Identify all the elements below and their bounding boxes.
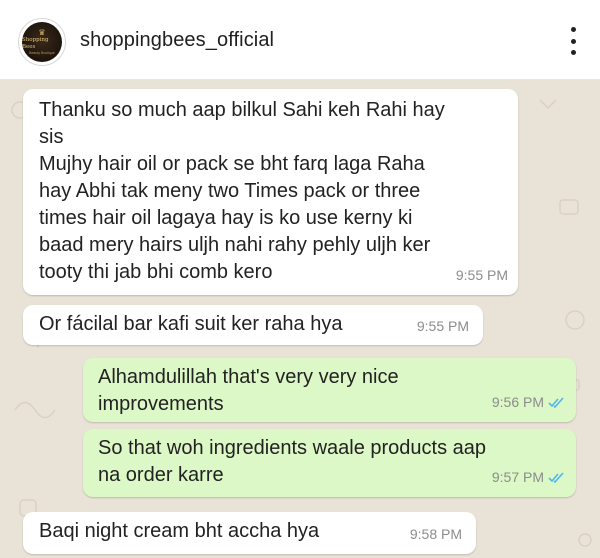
chat-header: ♛ Shopping Bees Beauty Boutique shopping… xyxy=(0,0,600,80)
message-time: 9:55 PM xyxy=(416,318,469,334)
avatar-subtitle: Beauty Boutique xyxy=(29,51,55,55)
message-text-line: times hair oil lagaya hay is ko use kern… xyxy=(39,207,413,229)
message-meta: 9:57 PM xyxy=(492,464,566,491)
message-time: 9:56 PM xyxy=(491,394,544,410)
message-text-line: hay Abhi tak meny two Times pack or thre… xyxy=(39,180,421,202)
message-bubble-incoming[interactable]: Thanku so much aap bilkul Sahi keh Rahi … xyxy=(23,89,518,295)
message-time: 9:57 PM xyxy=(491,469,544,485)
read-receipt-icon xyxy=(548,397,564,408)
message-text-line: Thanku so much aap bilkul Sahi keh Rahi … xyxy=(39,99,445,121)
message-meta: 9:55 PM xyxy=(456,262,508,289)
account-name[interactable]: shoppingbees_official xyxy=(80,29,274,52)
crown-icon: ♛ xyxy=(38,28,46,37)
chat-area[interactable]: Thanku so much aap bilkul Sahi keh Rahi … xyxy=(0,80,600,558)
message-text-line: baad mery hairs uljh nahi rahy pehly ulj… xyxy=(39,234,431,256)
message-text-line: tooty thi jab bhi comb kero xyxy=(39,261,273,283)
message-text-line: sis xyxy=(39,126,64,148)
avatar-brand: Shopping Bees xyxy=(22,37,49,50)
vertical-dots-icon[interactable] xyxy=(568,27,578,55)
message-bubble-outgoing[interactable]: So that woh ingredients waale products a… xyxy=(83,429,576,497)
message-bubble-incoming[interactable]: Or fácilal bar kafi suit ker raha hya 9:… xyxy=(23,305,483,345)
message-time: 9:58 PM xyxy=(409,526,462,542)
message-meta: 9:55 PM xyxy=(417,313,469,340)
message-meta: 9:58 PM xyxy=(410,521,462,548)
avatar-logo: ♛ Shopping Bees Beauty Boutique xyxy=(22,22,62,62)
message-text-line: Baqi night cream bht accha hya xyxy=(39,520,320,542)
message-text-line: Mujhy hair oil or pack se bht farq laga … xyxy=(39,153,425,175)
message-text-line: Or fácilal bar kafi suit ker raha hya xyxy=(39,313,343,335)
message-time: 9:55 PM xyxy=(455,267,508,283)
message-meta: 9:56 PM xyxy=(492,389,566,416)
avatar[interactable]: ♛ Shopping Bees Beauty Boutique xyxy=(18,18,66,66)
message-text-line: So that woh ingredients waale products a… xyxy=(98,437,487,459)
read-receipt-icon xyxy=(548,472,564,483)
message-bubble-outgoing[interactable]: Alhamdulillah that's very very nice impr… xyxy=(83,358,576,422)
message-text-line: Alhamdulillah that's very very nice xyxy=(98,366,399,388)
message-bubble-incoming[interactable]: Baqi night cream bht accha hya 9:58 PM xyxy=(23,512,476,554)
